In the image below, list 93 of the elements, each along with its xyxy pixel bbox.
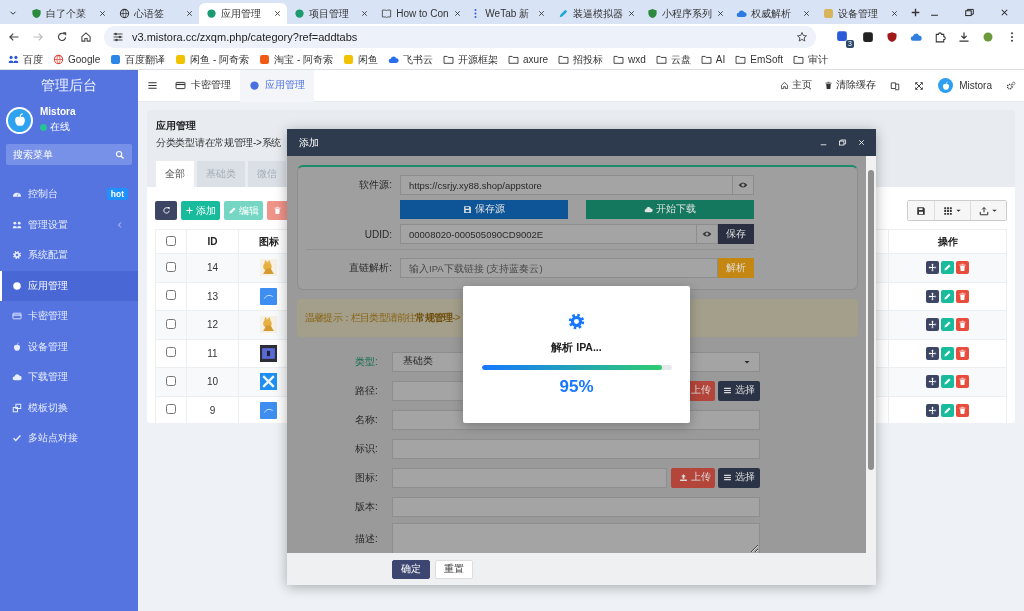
udid-field[interactable]: 00008020-000505090CD9002E: [400, 224, 697, 244]
browser-tab[interactable]: 权威解析: [728, 3, 817, 24]
url-text: v3.mistora.cc/zxqm.php/category?ref=addtabs: [132, 31, 359, 43]
menu-item[interactable]: 卡密管理: [0, 301, 138, 332]
sidebar-title: 管理后台: [40, 76, 98, 95]
start-download-button[interactable]: 开始下载: [586, 200, 754, 219]
tab-title: How to Con: [396, 8, 449, 19]
field-label: UDID:: [363, 228, 392, 240]
table-cell: 11: [207, 347, 218, 359]
field-label: 路径:: [354, 383, 379, 398]
notice-text: 温馨提示：栏目类型请前往常规管理->: [305, 311, 460, 325]
field-label: 版本:: [354, 499, 379, 514]
loading-text: 解析 IPA...: [551, 341, 602, 355]
field-label: 类型:: [354, 354, 379, 369]
bookmark[interactable]: 百度翻译: [110, 52, 166, 67]
address-bar[interactable]: v3.mistora.cc/zxqm.php/category?ref=addtabs: [104, 26, 816, 48]
bookmark[interactable]: 闲鱼: [343, 52, 379, 67]
bookmark[interactable]: 百度: [8, 52, 43, 67]
bookmark[interactable]: AI: [700, 54, 726, 65]
page-note: 分类类型请在常规管理->系统: [156, 136, 281, 150]
tab-title: 装逼模拟器: [572, 6, 623, 21]
browser-tab[interactable]: 白了个菜: [24, 3, 112, 24]
tab-title: 应用管理: [221, 6, 263, 21]
bookmark[interactable]: 审计: [793, 52, 829, 67]
table-cell: 13: [206, 290, 219, 302]
browser-tab[interactable]: 项目管理: [286, 3, 375, 24]
table-cell: 9: [209, 404, 216, 416]
bookmark[interactable]: EmSoft: [735, 54, 784, 65]
url-field[interactable]: https://csrjy.xy88.shop/appstore: [400, 175, 733, 195]
save-button[interactable]: 保存: [718, 224, 754, 244]
bookmark[interactable]: wxd: [613, 54, 646, 65]
confirm-button[interactable]: 确定: [392, 559, 430, 579]
progress-percent: 95%: [559, 377, 594, 397]
browser-tab[interactable]: 装逼模拟器: [550, 3, 640, 24]
search-field[interactable]: 搜索菜单: [6, 144, 132, 165]
field-label: 软件源:: [358, 178, 392, 192]
column-header: 操作: [937, 235, 958, 247]
bookmark[interactable]: Google: [53, 54, 101, 65]
menu-item[interactable]: 多站点对接: [0, 423, 138, 454]
page-tab[interactable]: 应用管理: [240, 69, 314, 102]
bookmark[interactable]: 云盘: [655, 52, 691, 67]
browser-tab[interactable]: 应用管理: [199, 3, 287, 24]
table-cell: 14: [206, 262, 219, 274]
menu-item[interactable]: 下载管理: [0, 362, 138, 393]
bookmark[interactable]: axure: [508, 54, 549, 65]
column-header: ID: [207, 236, 218, 247]
save-source-button[interactable]: 保存源: [400, 200, 568, 219]
browser-tab[interactable]: 心语签: [111, 3, 200, 24]
tab-title: 白了个菜: [46, 6, 87, 21]
menu-item[interactable]: 系统配置: [0, 240, 138, 271]
field-label: 名称:: [354, 412, 379, 427]
column-header: 图标: [258, 235, 279, 247]
page-tab[interactable]: 卡密管理: [166, 69, 240, 102]
field-label: 描述:: [354, 532, 379, 546]
reset-button[interactable]: 重置: [435, 559, 473, 579]
field-label: 直链解析:: [348, 261, 392, 275]
user-name: Mistora: [40, 106, 76, 117]
tab-title: 心语签: [133, 6, 165, 21]
bookmark[interactable]: 飞书云: [388, 52, 434, 67]
table-cell: 10: [206, 376, 219, 388]
field-label: 标识:: [354, 441, 379, 456]
choose-button[interactable]: 选择: [718, 467, 760, 488]
browser-tab[interactable]: 设备管理: [816, 3, 905, 24]
tab-title: 小程序系列: [661, 6, 712, 21]
tab-title: 设备管理: [838, 6, 880, 21]
menu-item[interactable]: 模板切换: [0, 392, 138, 423]
menu-item[interactable]: 管理设置: [0, 209, 138, 240]
menu-item[interactable]: 应用管理: [0, 270, 138, 301]
table-cell: 12: [206, 319, 219, 331]
browser-tab[interactable]: How to Con: [374, 3, 464, 24]
category-tab[interactable]: 全部: [156, 161, 194, 187]
browser-tab[interactable]: WeTab 新: [463, 3, 551, 24]
choose-button[interactable]: 选择: [718, 380, 760, 401]
status-text: 在线: [50, 120, 70, 134]
field-label: 图标:: [354, 470, 379, 485]
menu-item[interactable]: 控制台 hot: [0, 179, 138, 210]
bookmark[interactable]: 淘宝 - 阿奇索: [259, 52, 334, 67]
menu-item[interactable]: 设备管理: [0, 331, 138, 362]
header-link[interactable]: 主页: [780, 79, 813, 92]
link-field[interactable]: 输入IPA下载链接 (支持蓝奏云): [400, 258, 718, 278]
browser-tab[interactable]: 小程序系列: [639, 3, 729, 24]
bookmark[interactable]: 招投标: [558, 52, 604, 67]
bookmark[interactable]: 开源框架: [443, 52, 499, 67]
header-link[interactable]: 清除缓存: [824, 79, 877, 92]
tab-title: 项目管理: [308, 6, 350, 21]
hot-badge: hot: [106, 188, 128, 201]
tab-title: 权威解析: [750, 6, 792, 21]
user-menu[interactable]: Mistora: [938, 78, 992, 93]
page-title: 应用管理: [156, 119, 196, 133]
upload-button[interactable]: 上传: [671, 467, 715, 488]
tab-title: WeTab 新: [485, 6, 531, 21]
bookmark[interactable]: 闲鱼 - 阿奇索: [175, 52, 250, 67]
dialog-title: 添加: [299, 135, 319, 150]
